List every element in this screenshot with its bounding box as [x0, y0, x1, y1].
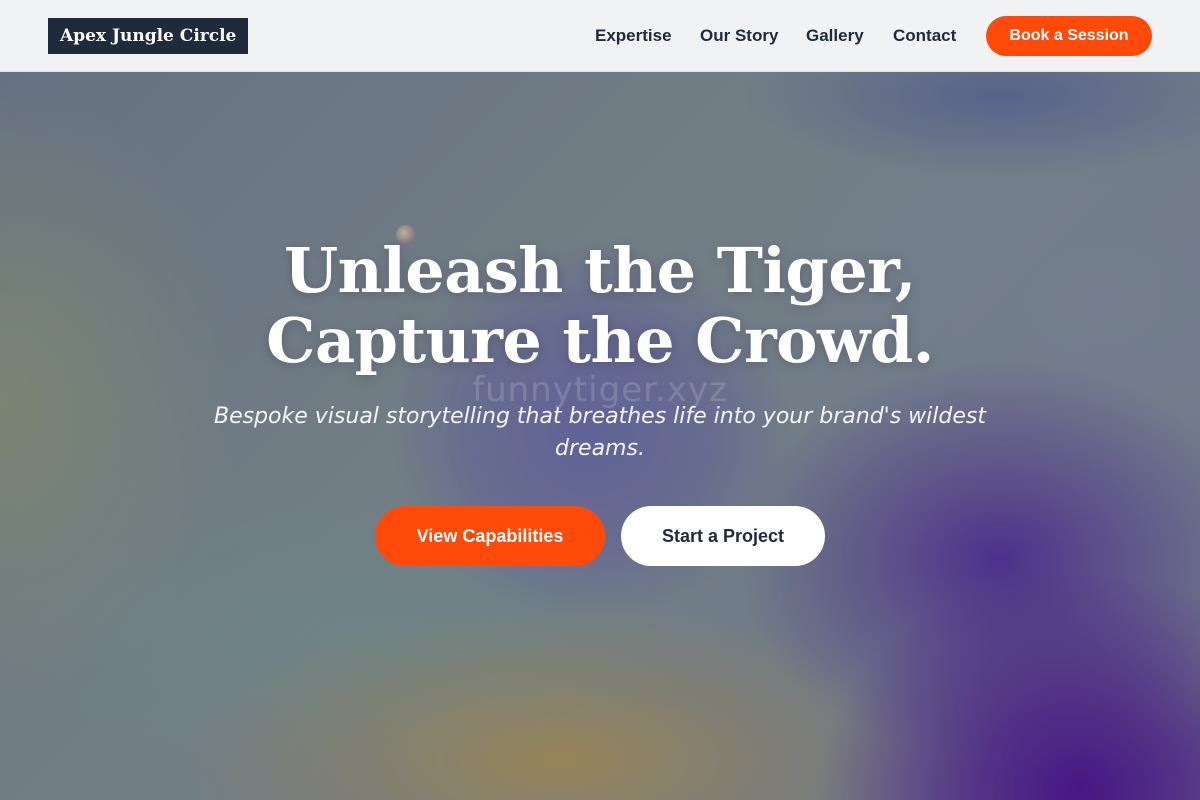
hero-headline-line-2: Capture the Crowd. — [266, 304, 934, 377]
hero-section: funnytiger.xyz Unleash the Tiger, Captur… — [0, 0, 1200, 800]
nav-link-expertise[interactable]: Expertise — [595, 24, 672, 48]
top-navbar: Apex Jungle Circle Expertise Our Story G… — [0, 0, 1200, 72]
hero-headline-line-1: Unleash the Tiger, — [284, 234, 916, 307]
view-capabilities-button[interactable]: View Capabilities — [375, 506, 605, 566]
nav-link-our-story[interactable]: Our Story — [700, 24, 778, 48]
nav-link-contact[interactable]: Contact — [893, 24, 956, 48]
hero-subtitle: Bespoke visual storytelling that breathe… — [214, 404, 986, 461]
start-project-button[interactable]: Start a Project — [621, 506, 825, 566]
nav-link-gallery[interactable]: Gallery — [806, 24, 864, 48]
hero-headline: Unleash the Tiger, Capture the Crowd. — [100, 236, 1100, 376]
site-logo[interactable]: Apex Jungle Circle — [48, 18, 249, 54]
book-session-button[interactable]: Book a Session — [986, 16, 1152, 56]
